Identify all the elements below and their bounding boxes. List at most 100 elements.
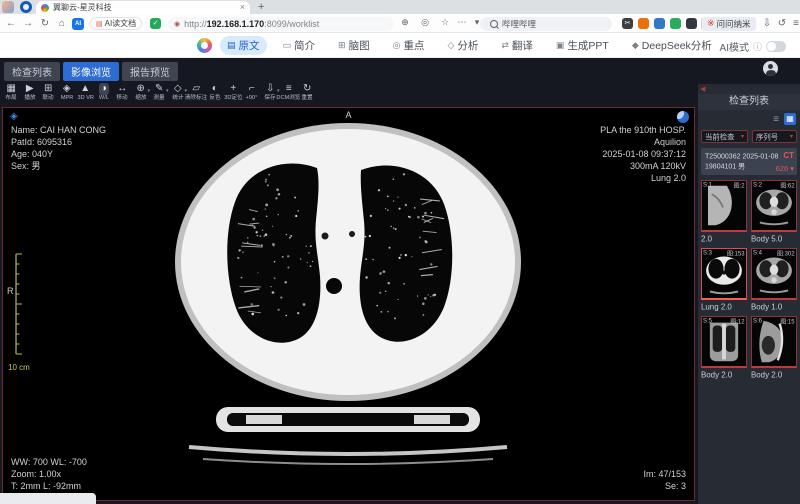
undo-icon[interactable]: ↺ [775, 17, 789, 30]
plugin-item[interactable]: ⊞脑图 [331, 36, 377, 55]
info-icon[interactable]: ⓘ [753, 40, 762, 53]
tool-button[interactable]: ◑W/L [95, 83, 114, 106]
plugin-item[interactable]: ⇄翻译 [494, 36, 540, 55]
viewer-tab[interactable]: 报告预览 [122, 62, 178, 81]
viewer-tab[interactable]: 影像浏览 [63, 62, 119, 81]
zoom-page-icon[interactable]: ⊕ [398, 17, 412, 28]
ai-plugin-bar: ▤原文▭简介⊞脑图◎重点◇分析⇄翻译▣生成PPT◆DeepSeek分析 AI模式… [0, 33, 800, 58]
address-bar[interactable]: ◉ http://192.168.1.170:8099/worklist [168, 17, 394, 31]
plugin-item-label: 简介 [294, 38, 315, 53]
plugin-item[interactable]: ◎重点 [386, 36, 432, 55]
window-level-overlay: WW: 700 WL: -700Zoom: 1.00xT: 2mm L: -92… [11, 456, 87, 492]
browser-assistant-icon[interactable] [20, 1, 32, 13]
filter-row: 当前检查▾ 序列号▾ [701, 130, 797, 143]
filter-caret-icon: ▾ [741, 133, 744, 140]
browser-tab[interactable]: 翼聊云-星灵科技 × [36, 1, 250, 14]
plugin-logo-icon[interactable] [197, 38, 212, 53]
site-info-icon[interactable]: ◉ [174, 20, 180, 28]
tool-label: 播放 [24, 95, 35, 101]
extension-blue-icon[interactable] [654, 18, 665, 29]
tool-button[interactable]: ⊕▾缩放 [132, 83, 151, 106]
sidebar-title: 检查列表 [698, 94, 800, 110]
tool-button[interactable]: ↻重置 [298, 83, 317, 106]
profile-avatar[interactable] [2, 1, 14, 13]
tool-button[interactable]: ▦布局 [2, 83, 21, 106]
back-icon[interactable]: ← [4, 17, 18, 30]
plugin-item[interactable]: ◇分析 [440, 36, 485, 55]
extension-green-icon[interactable] [670, 18, 681, 29]
download-icon[interactable]: ⇩ [760, 17, 774, 30]
series-item: S:4图:302Body 1.0 [751, 248, 797, 312]
url-host: 192.168.1.170 [207, 19, 265, 29]
more-actions-icon[interactable]: ⋯ [455, 17, 469, 28]
quick-search-value: 哔哩哔哩 [502, 18, 536, 30]
image-index-overlay: Im: 47/153Se: 3 [643, 468, 686, 492]
browser-menu-icon[interactable]: ≡ [789, 17, 800, 30]
series-thumbnail[interactable]: S:3图:153 [701, 248, 747, 300]
extensions-puzzle-icon[interactable] [686, 18, 697, 29]
tool-label: 反色 [209, 95, 220, 101]
plugin-item[interactable]: ▭简介 [276, 36, 323, 55]
tool-button[interactable]: ◈MPR [58, 83, 77, 106]
viewer-toolbar: ▦布局▶播放⊞联动◈MPR▲3D VR◑W/L↔移动⊕▾缩放✎▾测量◇▾统计▱清… [2, 83, 317, 106]
ai-extension-icon[interactable]: AI [72, 18, 84, 30]
viewer-tab[interactable]: 检查列表 [4, 62, 60, 81]
ask-nami-button[interactable]: ※ 问问纳米 [702, 17, 756, 31]
bookmark-star-icon[interactable]: ☆ [438, 17, 452, 28]
series-thumbnail[interactable]: S:4图:302 [751, 248, 797, 300]
shield-check-icon[interactable]: ✓ [150, 18, 161, 29]
series-thumbnail[interactable]: S:5图:12 [701, 316, 747, 368]
ai-read-doc-button[interactable]: ▤ AI读文档 [90, 17, 142, 30]
tool-button[interactable]: ≡DCM浏览 [280, 83, 299, 106]
grid-view-icon[interactable]: ▦ [784, 113, 796, 125]
plugin-item[interactable]: ▣生成PPT [549, 36, 616, 55]
series-number: S:3 [703, 249, 712, 256]
quick-search-box[interactable]: 哔哩哔哩 [480, 17, 612, 31]
ai-mode-toggle[interactable] [766, 41, 786, 52]
tool-button[interactable]: ↔移动 [113, 83, 132, 106]
tab-close-icon[interactable]: × [240, 3, 245, 12]
extension-scissors-icon[interactable]: ✂ [622, 18, 633, 29]
user-avatar[interactable] [763, 61, 778, 76]
series-thumbnail[interactable]: S:2 图:62 [751, 180, 797, 232]
target-icon[interactable]: ◎ [418, 17, 432, 28]
image-count-badge[interactable]: 626 ▾ [776, 164, 794, 173]
new-tab-button[interactable]: + [258, 1, 264, 13]
tool-button[interactable]: ⊞联动 [39, 83, 58, 106]
series-thumbnail[interactable]: S:1图:2 [701, 180, 747, 232]
ai-marker-icon[interactable]: ◈ [10, 111, 18, 122]
tool-button[interactable]: +3D定位 [224, 83, 243, 106]
reload-icon[interactable]: ↻ [38, 17, 52, 30]
moon-icon[interactable] [677, 111, 689, 123]
search-icon [490, 20, 498, 28]
bronchus-left [322, 233, 329, 240]
filter-select[interactable]: 当前检查▾ [701, 130, 748, 143]
modality-badge: CT [783, 151, 794, 160]
filter-select[interactable]: 序列号▾ [752, 130, 797, 143]
tool-button[interactable]: ⌐+90° [243, 83, 262, 106]
tool-icon: ◑ [99, 83, 109, 95]
tool-button[interactable]: ▶播放 [21, 83, 40, 106]
plugin-item-icon: ⊞ [338, 40, 346, 51]
tool-button[interactable]: ▲3D VR [76, 83, 95, 106]
ct-axial-image[interactable]: 10 cm [3, 108, 694, 500]
plugin-item-label: 重点 [403, 38, 424, 53]
plugin-item[interactable]: ▤原文 [220, 36, 267, 55]
home-icon[interactable]: ⌂ [55, 17, 69, 30]
extension-orange-icon[interactable] [638, 18, 649, 29]
sidebar-collapse-icon[interactable]: ◀ [700, 85, 705, 93]
tool-button[interactable]: ✎▾测量 [150, 83, 169, 106]
list-view-icon[interactable]: ≡ [773, 114, 779, 125]
series-label: Lung 2.0 [701, 303, 741, 312]
forward-icon[interactable]: → [21, 17, 35, 30]
study-id-date: T25000362 2025-01-08 [705, 152, 774, 160]
series-image-count: 图:62 [781, 181, 795, 190]
series-number: S:2 [753, 181, 762, 188]
tool-button[interactable]: ▱清除标注 [187, 83, 206, 106]
ct-viewport[interactable]: 10 cm ◈ A R Name: CAI HAN CONGPatId: 609… [2, 107, 695, 501]
series-thumbnail[interactable]: S:6图:15 [751, 316, 797, 368]
study-list-item[interactable]: T25000362 2025-01-08 19804101 男 CT 626 ▾ [701, 148, 797, 175]
tool-button[interactable]: ◐反色 [206, 83, 225, 106]
plugin-item[interactable]: ◆DeepSeek分析 [625, 36, 719, 55]
window-level-line: T: 2mm L: -92mm [11, 480, 87, 492]
